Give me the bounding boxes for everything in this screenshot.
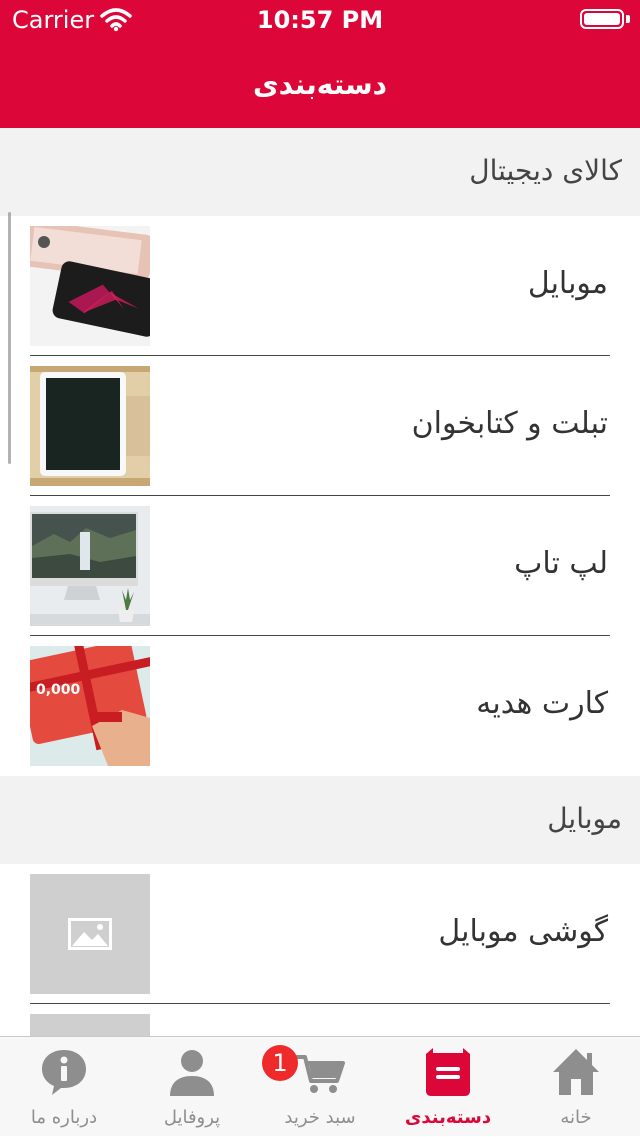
status-bar: Carrier 10:57 PM	[0, 0, 640, 40]
cart-badge: 1	[262, 1045, 298, 1081]
gift-card-photo: 0,000	[30, 646, 150, 766]
section-header-digital: کالای دیجیتال	[0, 128, 640, 216]
phones-photo	[30, 226, 150, 346]
tab-label: درباره ما	[30, 1107, 98, 1128]
tab-home[interactable]: خانه	[512, 1037, 640, 1137]
image-placeholder-icon	[30, 1014, 150, 1036]
section-title: کالای دیجیتال	[469, 154, 622, 187]
category-label: لپ تاپ	[514, 546, 608, 581]
battery-icon	[580, 9, 624, 29]
category-row-laptop[interactable]: لپ تاپ	[0, 496, 640, 636]
tablet-photo	[30, 366, 150, 486]
tab-label: خانه	[560, 1107, 592, 1128]
scroll-indicator[interactable]	[8, 212, 11, 464]
category-icon	[426, 1048, 470, 1096]
category-label: کارت هدیه	[476, 686, 608, 721]
category-label: موبایل	[527, 266, 608, 301]
category-list[interactable]: کالای دیجیتال موبایل تبلت و کتابخوان لپ …	[0, 128, 640, 1036]
cart-icon	[295, 1055, 345, 1093]
category-label: گوشی موبایل	[438, 914, 608, 949]
category-row-mobile-phone[interactable]: گوشی موبایل	[0, 864, 640, 1004]
category-row-tablet[interactable]: تبلت و کتابخوان	[0, 356, 640, 496]
home-icon	[553, 1049, 599, 1095]
svg-text:0,000: 0,000	[36, 682, 81, 698]
desktop-photo	[30, 506, 150, 626]
category-label: تبلت و کتابخوان	[411, 406, 608, 441]
category-row-mobile[interactable]: موبایل	[0, 216, 640, 356]
section-header-mobile: موبایل	[0, 776, 640, 864]
section-title: موبایل	[547, 802, 622, 835]
nav-bar: دسته‌بندی	[0, 40, 640, 128]
category-row-gift-card[interactable]: 0,000 کارت هدیه	[0, 636, 640, 776]
user-icon	[170, 1050, 214, 1096]
tab-category[interactable]: دسته‌بندی	[384, 1037, 512, 1137]
tab-profile[interactable]: پروفایل	[128, 1037, 256, 1137]
info-icon	[42, 1050, 86, 1095]
tab-label: سبد خرید	[284, 1107, 356, 1128]
tab-about[interactable]: درباره ما	[0, 1037, 128, 1137]
clock: 10:57 PM	[256, 6, 384, 34]
tab-bar: درباره ما پروفایل سبد خرید دسته‌بندی	[0, 1036, 640, 1136]
image-placeholder-icon	[30, 874, 150, 994]
category-row-partial[interactable]	[0, 1004, 640, 1036]
tab-label: پروفایل	[163, 1107, 221, 1128]
battery-tip	[626, 15, 630, 23]
tab-label: دسته‌بندی	[404, 1107, 492, 1128]
page-title: دسته‌بندی	[252, 68, 388, 101]
